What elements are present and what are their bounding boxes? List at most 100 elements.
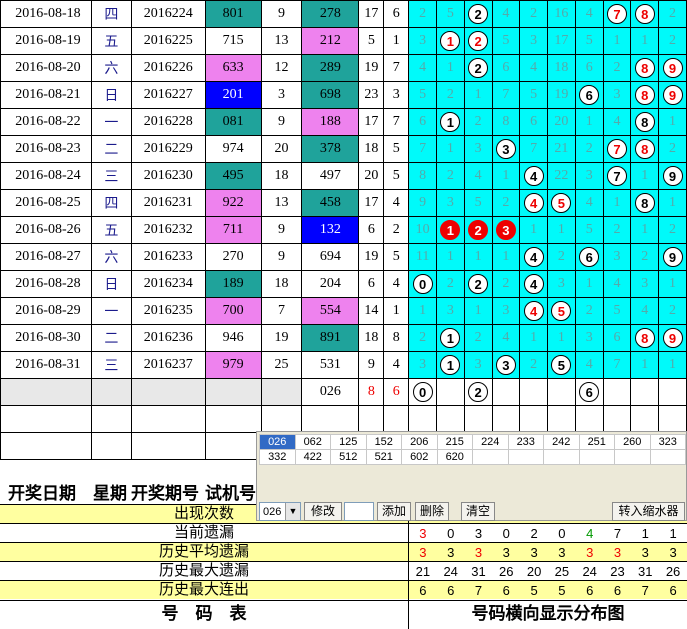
empty-cell	[547, 405, 576, 433]
draw-date: 2016-08-26	[0, 216, 92, 244]
stats-value: 7	[613, 526, 622, 541]
candidate-number-cell[interactable]: 521	[365, 449, 402, 465]
table-row: 2016-08-19 五 2016225 715 13 212 5 1 3 1 2 5 3 17 5 1 1 2	[0, 27, 687, 55]
candidate-number-cell[interactable]: 602	[401, 449, 438, 465]
weekday: 日	[90, 270, 132, 298]
clear-button[interactable]: 清空	[461, 502, 495, 521]
distribution-cell: 3	[491, 135, 521, 163]
candidate-number-cell[interactable]: 512	[330, 449, 367, 465]
candidate-number-cell[interactable]	[543, 449, 580, 465]
digit-ball: 1	[440, 31, 461, 51]
candidate-number-cell[interactable]: 215	[436, 434, 473, 450]
test-sum: 17	[358, 0, 385, 28]
stats-value: 6	[419, 583, 427, 598]
chevron-down-icon[interactable]: ▼	[285, 503, 300, 520]
digit-ball: 4	[523, 247, 544, 267]
candidate-number-cell[interactable]: 152	[365, 434, 402, 450]
delete-button[interactable]: 删除	[415, 502, 449, 521]
modify-button[interactable]: 修改	[304, 502, 342, 521]
distribution-cell: 9	[658, 81, 687, 109]
number-input-panel: 026 062 125 152 206 215 224 233 242 251 260 323 332 4…	[256, 431, 687, 521]
digit-ball: 8	[634, 4, 655, 24]
weekday: 二	[90, 135, 132, 163]
candidate-number-cell[interactable]: 251	[578, 434, 615, 450]
candidate-number-cell[interactable]: 422	[294, 449, 331, 465]
empty-cell	[260, 405, 303, 433]
draw-number: 801	[204, 0, 262, 28]
candidate-number-cell[interactable]: 620	[436, 449, 473, 465]
distribution-cell: 2	[547, 243, 576, 271]
distribution-cell: 7	[602, 162, 632, 190]
test-number: 212	[301, 27, 360, 55]
candidate-number-cell[interactable]: 125	[330, 434, 367, 450]
distribution-cell: 1	[435, 135, 465, 163]
distribution-cell: 5	[574, 27, 604, 55]
digit-ball: 5	[551, 301, 572, 321]
number-combo[interactable]: 026 ▼	[259, 502, 301, 521]
distribution-cell	[547, 378, 576, 406]
candidate-number-cell[interactable]: 026	[259, 434, 296, 450]
transfer-to-filter-button[interactable]: 转入缩水器	[612, 502, 685, 521]
stats-value: 26	[499, 564, 514, 579]
add-button[interactable]: 添加	[377, 502, 411, 521]
digit-ball: 8	[634, 328, 655, 348]
candidate-number-cell[interactable]: 062	[294, 434, 331, 450]
distribution-cell: 8	[630, 54, 660, 82]
test-sum: 9	[358, 351, 385, 379]
distribution-cell: 1	[435, 54, 465, 82]
candidate-number-cell[interactable]	[614, 449, 651, 465]
candidate-number-cell[interactable]	[472, 449, 509, 465]
sum-value: 13	[260, 189, 303, 217]
weekday: 四	[90, 189, 132, 217]
distribution-cell: 2	[408, 324, 437, 352]
candidate-number-cell[interactable]	[507, 449, 544, 465]
candidate-number-cell[interactable]	[649, 449, 686, 465]
distribution-cell: 3	[491, 351, 521, 379]
distribution-cell: 4	[408, 54, 437, 82]
sum-value: 9	[260, 216, 303, 244]
empty-cell	[204, 405, 262, 433]
distribution-cell: 22	[547, 162, 576, 190]
digit-ball: 8	[634, 58, 655, 78]
test-number: 531	[301, 351, 360, 379]
number-entry-field[interactable]	[344, 502, 374, 521]
distribution-cell: 4	[519, 162, 549, 190]
candidate-number-cell[interactable]	[578, 449, 615, 465]
empty-cell	[408, 405, 437, 433]
distribution-cell: 2	[574, 297, 604, 325]
distribution-cell: 5	[574, 216, 604, 244]
candidate-number-cell[interactable]: 260	[614, 434, 651, 450]
empty-cell	[204, 378, 262, 406]
test-sum: 5	[358, 27, 385, 55]
distribution-cell: 8	[408, 162, 437, 190]
stats-value: 3	[502, 545, 510, 560]
test-span: 4	[383, 351, 410, 379]
distribution-cell: 4	[491, 0, 521, 28]
candidate-number-cell[interactable]: 233	[507, 434, 544, 450]
weekday: 日	[90, 81, 132, 109]
test-number: 694	[301, 243, 360, 271]
distribution-cell: 3	[574, 162, 604, 190]
distribution-cell: 1	[630, 162, 660, 190]
test-sum: 17	[358, 108, 385, 136]
distribution-cell: 9	[658, 54, 687, 82]
distribution-cell: 10	[408, 216, 437, 244]
candidate-number-cell[interactable]: 206	[401, 434, 438, 450]
draw-date: 2016-08-31	[0, 351, 92, 379]
issue-number: 2016236	[130, 324, 206, 352]
current-test-span: 6	[383, 378, 410, 406]
candidate-number-cell[interactable]: 323	[649, 434, 686, 450]
distribution-cell: 2	[630, 243, 660, 271]
candidate-number-cell[interactable]: 242	[543, 434, 580, 450]
candidate-number-cell[interactable]: 332	[259, 449, 296, 465]
stats-row: 历史平均遗漏 3 3 3 3 3 3 3 3 3 3	[0, 542, 687, 562]
distribution-cell: 6	[574, 243, 604, 271]
digit-ball: 8	[634, 139, 655, 159]
candidate-number-cell[interactable]: 224	[472, 434, 509, 450]
digit-ball: 7	[606, 139, 627, 159]
distribution-cell: 2	[463, 378, 493, 406]
distribution-cell: 7	[602, 0, 632, 28]
digit-ball: 2	[468, 58, 489, 78]
distribution-cell: 6	[519, 108, 549, 136]
distribution-cell: 2	[463, 54, 493, 82]
